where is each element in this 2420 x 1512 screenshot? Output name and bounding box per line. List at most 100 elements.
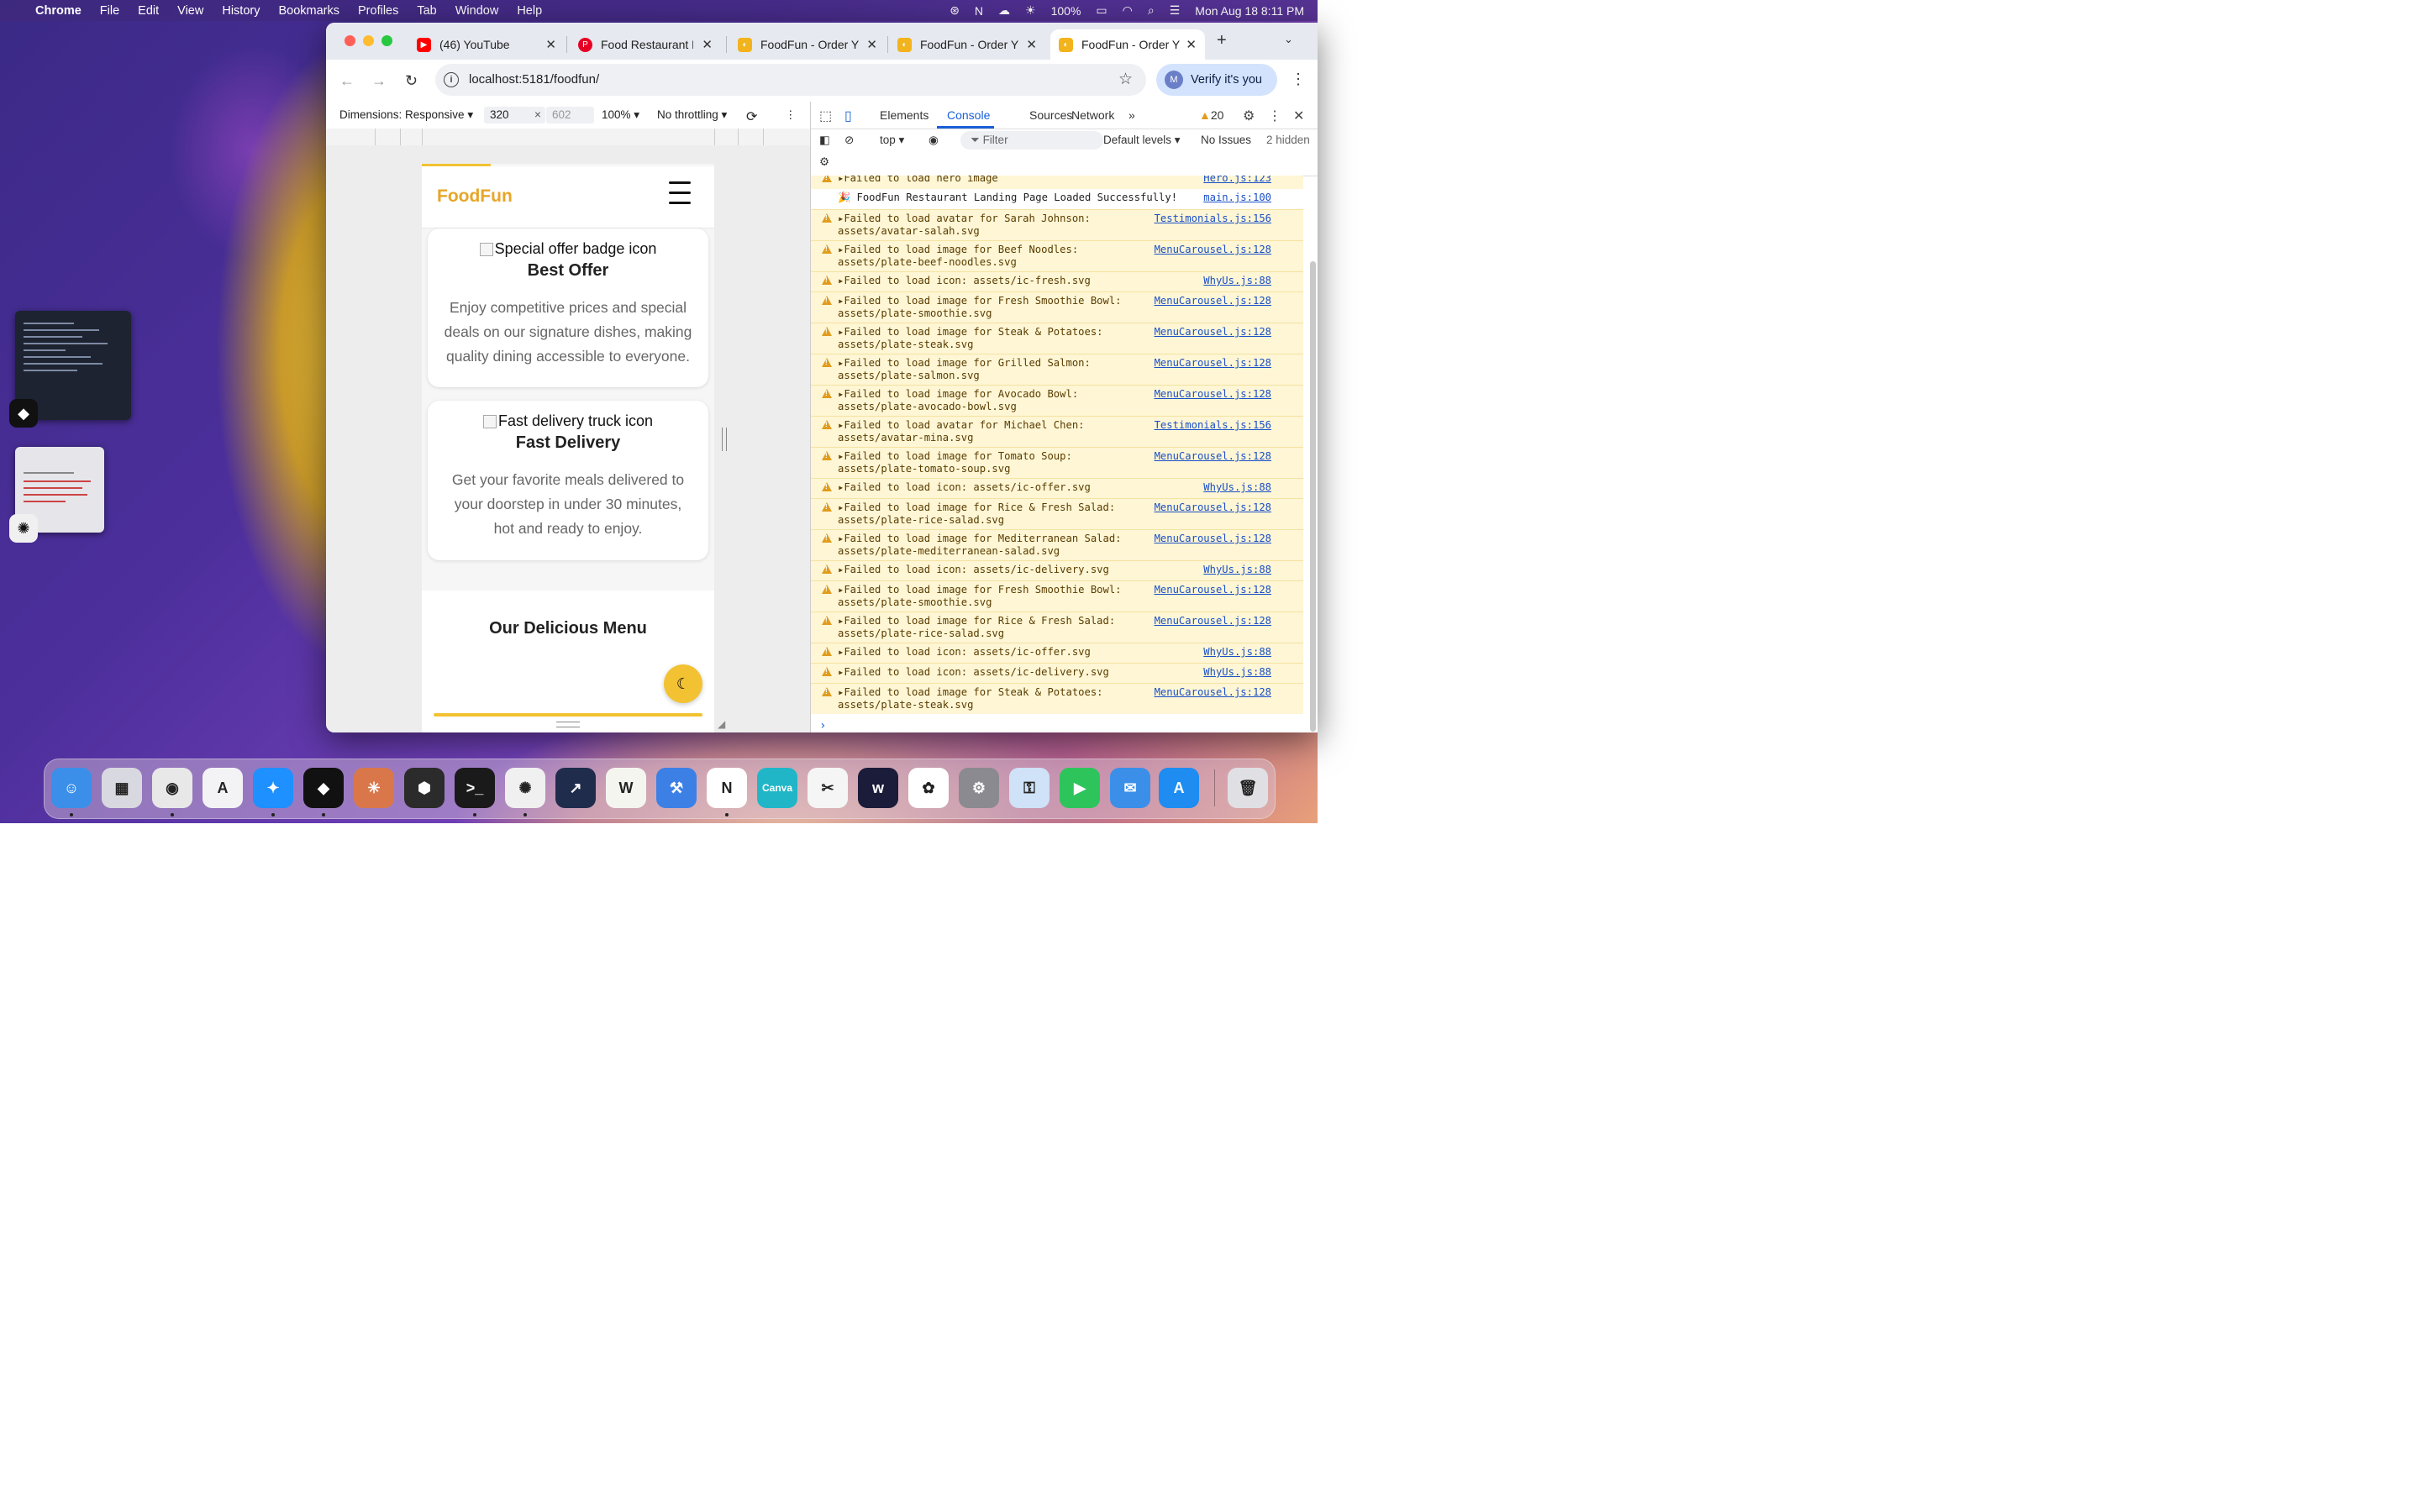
console-warning-row[interactable]: ▸Failed to load image for Rice & Fresh S…	[811, 498, 1303, 529]
menu-profiles[interactable]: Profiles	[358, 4, 398, 18]
console-prompt[interactable]: ›	[819, 719, 826, 732]
back-icon[interactable]: ←	[339, 72, 355, 90]
console-output[interactable]: ▸Failed to load hero image Hero.js:123 🎉 F…	[811, 176, 1308, 732]
close-tab-icon[interactable]: ✕	[545, 37, 556, 52]
console-warning-row[interactable]: ▸Failed to load icon: assets/ic-delivery…	[811, 663, 1303, 683]
tab-foodfun-2[interactable]: ◐ FoodFun - Order Y ✕	[897, 29, 1045, 60]
console-warning-row[interactable]: ▸Failed to load image for Mediterranean …	[811, 529, 1303, 560]
site-info-icon[interactable]: i	[444, 72, 459, 87]
source-link[interactable]: WhyUs.js:88	[1203, 646, 1271, 658]
app-store-icon[interactable]: A	[1159, 768, 1199, 808]
console-warning-row[interactable]: ▸Failed to load image for Fresh Smoothie…	[811, 291, 1303, 323]
bookmark-star-icon[interactable]: ☆	[1118, 70, 1133, 89]
dimensions-select[interactable]: Dimensions: Responsive ▾	[339, 108, 473, 122]
live-expression-eye-icon[interactable]: ◉	[929, 134, 939, 147]
console-warning-row[interactable]: ▸Failed to load hero image Hero.js:123	[811, 176, 1303, 189]
wifi-icon[interactable]: ◠	[1123, 3, 1133, 18]
throttling-select[interactable]: No throttling ▾	[657, 108, 727, 122]
keychain-icon[interactable]: ⚿	[1009, 768, 1050, 808]
forward-icon[interactable]: →	[371, 72, 387, 90]
close-tab-icon[interactable]: ✕	[1026, 37, 1037, 52]
console-warning-row[interactable]: ▸Failed to load icon: assets/ic-offer.sv…	[811, 478, 1303, 498]
source-link[interactable]: MenuCarousel.js:128	[1155, 501, 1271, 513]
menu-help[interactable]: Help	[517, 4, 542, 18]
affinity-icon[interactable]: A	[203, 768, 243, 808]
menu-window[interactable]: Window	[455, 4, 499, 18]
safari-icon[interactable]: ✦	[253, 768, 293, 808]
issues-button[interactable]: No Issues	[1201, 134, 1251, 146]
source-link[interactable]: Hero.js:123	[1203, 176, 1271, 184]
source-link[interactable]: MenuCarousel.js:128	[1155, 450, 1271, 462]
clear-console-icon[interactable]: ⊘	[844, 134, 854, 147]
media-query-ruler[interactable]	[326, 129, 810, 146]
viewport-resize-handle[interactable]	[722, 428, 727, 451]
photos-icon[interactable]: ✿	[908, 768, 949, 808]
source-link[interactable]: MenuCarousel.js:128	[1155, 326, 1271, 338]
console-warning-row[interactable]: ▸Failed to load image for Steak & Potato…	[811, 683, 1303, 714]
more-tabs-icon[interactable]: »	[1128, 108, 1135, 122]
notion-icon[interactable]: N	[707, 768, 747, 808]
trash-icon[interactable]: 🗑	[1228, 768, 1268, 808]
close-tab-icon[interactable]: ✕	[866, 37, 877, 52]
console-settings-icon[interactable]: ⚙	[819, 155, 829, 169]
canva-icon[interactable]: Canva	[757, 768, 797, 808]
settings-gear-icon[interactable]: ⚙	[1243, 108, 1255, 124]
xcode-icon[interactable]: ⚒	[656, 768, 697, 808]
terminal-icon[interactable]: >_	[455, 768, 495, 808]
viewport-resize-corner-icon[interactable]: ◢	[718, 718, 725, 730]
source-link[interactable]: MenuCarousel.js:128	[1155, 533, 1271, 544]
log-levels-select[interactable]: Default levels ▾	[1103, 134, 1181, 147]
cloud-status-icon[interactable]: ☁	[998, 3, 1010, 18]
chatgpt-icon[interactable]: ✺	[505, 768, 545, 808]
source-link[interactable]: Testimonials.js:156	[1155, 419, 1271, 431]
close-tab-icon[interactable]: ✕	[702, 37, 713, 52]
source-link[interactable]: Testimonials.js:156	[1155, 213, 1271, 224]
tab-pinterest[interactable]: P Food Restaurant P ✕	[578, 29, 721, 60]
app-menu-chrome[interactable]: Chrome	[35, 4, 82, 18]
3d-box-icon[interactable]: ⬢	[404, 768, 445, 808]
close-window-button[interactable]	[345, 35, 355, 46]
tab-youtube[interactable]: ▶ (46) YouTube ✕	[417, 29, 565, 60]
source-link[interactable]: MenuCarousel.js:128	[1155, 388, 1271, 400]
battery-icon[interactable]: ▭	[1096, 3, 1107, 18]
console-warning-row[interactable]: ▸Failed to load image for Avocado Bowl: …	[811, 385, 1303, 416]
console-warning-row[interactable]: ▸Failed to load image for Grilled Salmon…	[811, 354, 1303, 385]
new-tab-button[interactable]: +	[1217, 31, 1227, 50]
source-link[interactable]: MenuCarousel.js:128	[1155, 615, 1271, 627]
chrome-menu-icon[interactable]: ⋮	[1291, 71, 1306, 88]
source-link[interactable]: WhyUs.js:88	[1203, 666, 1271, 678]
cube-app-icon[interactable]: ◆	[303, 768, 344, 808]
menu-file[interactable]: File	[100, 4, 119, 18]
launchpad-icon[interactable]: ▦	[102, 768, 142, 808]
devtool-icon[interactable]: ↗	[555, 768, 596, 808]
menu-view[interactable]: View	[177, 4, 203, 18]
zoom-window-button[interactable]	[381, 35, 392, 46]
tab-console[interactable]: Console	[947, 108, 990, 122]
claude-icon[interactable]: ✳	[354, 768, 394, 808]
close-tab-icon[interactable]: ✕	[1186, 37, 1197, 52]
tab-search-chevron-icon[interactable]: ⌄	[1284, 33, 1293, 46]
brightness-status-icon[interactable]: ☀	[1025, 3, 1036, 18]
profile-verify-button[interactable]: M Verify it's you	[1156, 64, 1277, 96]
devtools-menu-icon[interactable]: ⋮	[1268, 108, 1281, 124]
source-link[interactable]: MenuCarousel.js:128	[1155, 244, 1271, 255]
device-options-icon[interactable]: ⋮	[785, 108, 797, 122]
minimize-window-button[interactable]	[363, 35, 374, 46]
source-link[interactable]: MenuCarousel.js:128	[1155, 686, 1271, 698]
console-scrollbar[interactable]	[1310, 261, 1316, 732]
control-center-icon[interactable]: ☰	[1170, 3, 1181, 18]
viewport-resize-handle-bottom[interactable]	[556, 722, 580, 727]
inspect-element-icon[interactable]: ⬚	[819, 108, 832, 124]
source-link[interactable]: WhyUs.js:88	[1203, 275, 1271, 286]
tab-sources[interactable]: Sources	[1029, 108, 1072, 122]
site-logo[interactable]: FoodFun	[437, 186, 513, 207]
chatgpt-icon[interactable]: ✺	[9, 514, 38, 543]
console-warning-row[interactable]: ▸Failed to load image for Rice & Fresh S…	[811, 612, 1303, 643]
menu-history[interactable]: History	[222, 4, 260, 18]
tab-elements[interactable]: Elements	[880, 108, 929, 122]
tab-foodfun-1[interactable]: ◐ FoodFun - Order Y ✕	[738, 29, 886, 60]
finder-icon[interactable]: ☺	[51, 768, 92, 808]
hamburger-menu-icon[interactable]	[669, 181, 691, 212]
rotate-icon[interactable]: ⟳	[746, 108, 757, 125]
context-select[interactable]: top ▾	[880, 134, 904, 147]
